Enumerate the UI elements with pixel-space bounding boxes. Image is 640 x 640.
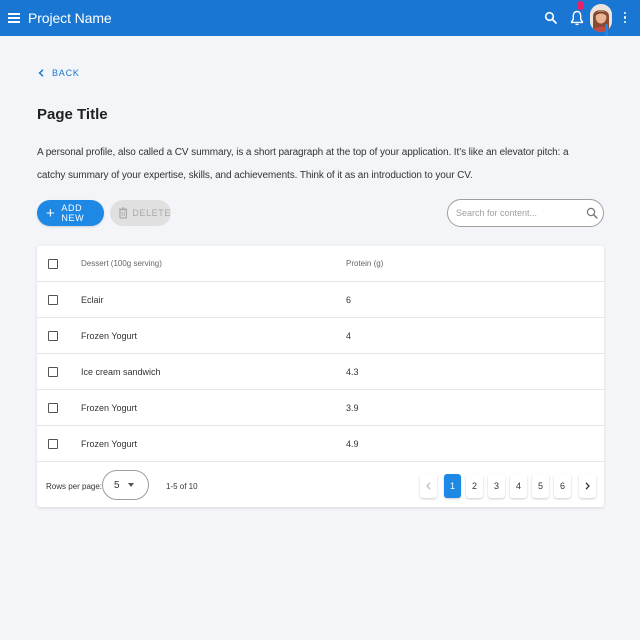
row-checkbox[interactable]: [48, 438, 58, 449]
page-button-4[interactable]: 4: [510, 474, 527, 498]
row-checkbox[interactable]: [48, 402, 58, 413]
dessert-cell: Eclair: [81, 294, 104, 305]
pagination-range: 1-5 of 10: [166, 482, 198, 491]
protein-cell: 6: [346, 294, 352, 305]
plus-icon: +: [46, 204, 56, 222]
page-button-5[interactable]: 5: [532, 474, 549, 498]
caret-down-icon: [127, 483, 134, 487]
search-input[interactable]: [456, 206, 576, 220]
dessert-cell: Frozen Yogurt: [81, 438, 138, 449]
add-new-label: ADD NEW: [61, 203, 85, 223]
row-checkbox[interactable]: [48, 366, 58, 377]
back-link[interactable]: BACK: [38, 68, 80, 78]
page-title: Page Title: [37, 106, 108, 123]
chevron-right-icon: [585, 482, 590, 490]
data-table-card: Dessert (100g serving) Protein (g) Eclai…: [37, 246, 604, 507]
trash-icon: [119, 207, 128, 219]
more-vert-icon[interactable]: [623, 12, 627, 25]
app-bar: Project Name: [0, 0, 640, 36]
rows-per-page-label: Rows per page:: [46, 482, 103, 491]
table-header-row: Dessert (100g serving) Protein (g): [37, 246, 604, 282]
menu-icon[interactable]: [8, 11, 20, 25]
row-checkbox[interactable]: [48, 330, 58, 341]
delete-label: DELETE: [132, 208, 171, 218]
page-button-6[interactable]: 6: [554, 474, 571, 498]
bell-icon[interactable]: [570, 9, 584, 27]
page-button-1[interactable]: 1: [444, 474, 461, 498]
table-row[interactable]: Frozen Yogurt 4.9: [37, 426, 604, 462]
protein-cell: 3.9: [346, 402, 359, 413]
avatar-status-indicator: [605, 24, 608, 36]
dessert-cell: Ice cream sandwich: [81, 366, 161, 377]
table-row[interactable]: Frozen Yogurt 3.9: [37, 390, 604, 426]
delete-button[interactable]: DELETE: [110, 200, 171, 226]
search-icon[interactable]: [544, 11, 558, 25]
chevron-left-icon: [426, 482, 431, 490]
dessert-cell: Frozen Yogurt: [81, 402, 138, 413]
page-button-3[interactable]: 3: [488, 474, 505, 498]
table-pagination: Rows per page: 5 1-5 of 10 1 2 3 4 5 6: [37, 464, 604, 507]
chevron-left-icon: [38, 69, 44, 77]
back-label: BACK: [52, 68, 80, 78]
prev-page-button[interactable]: [420, 474, 437, 498]
column-header-protein[interactable]: Protein (g): [346, 259, 383, 268]
app-title: Project Name: [28, 10, 112, 26]
protein-cell: 4.9: [346, 438, 359, 449]
avatar[interactable]: [590, 4, 612, 32]
column-header-dessert[interactable]: Dessert (100g serving): [81, 259, 162, 268]
table-row[interactable]: Frozen Yogurt 4: [37, 318, 604, 354]
next-page-button[interactable]: [579, 474, 596, 498]
protein-cell: 4.3: [346, 366, 359, 377]
protein-cell: 4: [346, 330, 352, 341]
search-icon[interactable]: [586, 207, 598, 219]
add-new-button[interactable]: + ADD NEW: [37, 200, 104, 226]
dessert-cell: Frozen Yogurt: [81, 330, 138, 341]
select-all-checkbox[interactable]: [48, 258, 58, 269]
search-box: [447, 199, 604, 227]
rows-per-page-select[interactable]: 5: [102, 470, 149, 500]
page-description: A personal profile, also called a CV sum…: [37, 147, 569, 181]
table-row[interactable]: Eclair 6: [37, 282, 604, 318]
page-button-2[interactable]: 2: [466, 474, 483, 498]
table-row[interactable]: Ice cream sandwich 4.3: [37, 354, 604, 390]
rows-per-page-value: 5: [114, 479, 120, 491]
row-checkbox[interactable]: [48, 294, 58, 305]
notification-badge: [578, 1, 583, 10]
